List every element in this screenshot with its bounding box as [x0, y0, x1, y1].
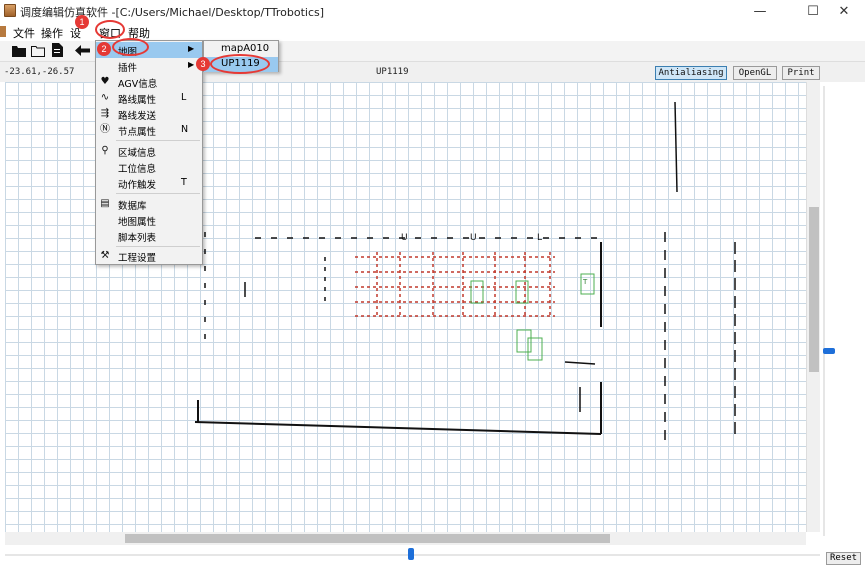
- menu-item-project-settings[interactable]: ⚒ 工程设置: [96, 248, 202, 264]
- route-grid: [355, 252, 555, 317]
- shortcut-key: L: [181, 92, 187, 103]
- zone-box: [527, 337, 543, 361]
- menu-item-label: 数据库: [118, 201, 147, 212]
- menu-item-area-info[interactable]: ⚲ 区域信息: [96, 143, 202, 159]
- menu-item-route-props[interactable]: ∿ 路线属性 L: [96, 90, 202, 106]
- menu-item-script-list[interactable]: 脚本列表: [96, 228, 202, 244]
- arrow-left-icon[interactable]: [75, 45, 91, 56]
- current-map-name: UP1119: [376, 67, 409, 77]
- menu-item-action-trigger[interactable]: 动作触发 T: [96, 175, 202, 191]
- menu-item-agv-info[interactable]: ♥ AGV信息: [96, 74, 202, 90]
- zoom-slider-track[interactable]: [823, 86, 825, 536]
- send-icon: ⇶: [100, 108, 110, 119]
- menu-item-label: 工程设置: [118, 253, 157, 264]
- menu-item-database[interactable]: ▤ 数据库: [96, 196, 202, 212]
- tools-icon: ⚒: [100, 250, 110, 261]
- submenu-arrow-icon: ▶: [188, 44, 195, 53]
- zoom-slider-handle[interactable]: [823, 348, 835, 354]
- new-folder-icon[interactable]: [12, 44, 26, 57]
- route-icon: ∿: [100, 92, 110, 103]
- submenu-item-label: mapA010: [221, 43, 270, 54]
- menu-item-label: 区域信息: [118, 148, 157, 159]
- menu-item-label: 插件: [118, 63, 138, 74]
- zone-label: T: [582, 278, 588, 286]
- document-icon[interactable]: [52, 43, 63, 57]
- vertical-scroll-thumb[interactable]: [809, 207, 819, 372]
- shortcut-key: N: [181, 124, 189, 135]
- step-3-badge: 3: [196, 57, 210, 71]
- reset-button[interactable]: Reset: [826, 552, 861, 565]
- window-menu-dropdown: 地图 ▶ 插件 ▶ ♥ AGV信息 ∿ 路线属性 L ⇶ 路线发送 Ⓝ 节点属性…: [95, 40, 203, 265]
- database-icon: ▤: [100, 198, 110, 209]
- menu-item-label: 脚本列表: [118, 233, 157, 244]
- opengl-toggle[interactable]: OpenGL: [733, 66, 777, 80]
- menu-item-label: 地图属性: [118, 217, 157, 228]
- menu-separator: [116, 140, 200, 141]
- step-1-highlight: [95, 20, 125, 39]
- step-3-highlight: [210, 54, 270, 74]
- shortcut-key: T: [181, 177, 187, 188]
- menu-item-label: AGV信息: [118, 79, 158, 90]
- wall-bottom: [194, 421, 602, 435]
- antialiasing-toggle[interactable]: Antialiasing: [655, 66, 727, 80]
- print-button[interactable]: Print: [782, 66, 820, 80]
- zone-box: [470, 280, 484, 304]
- open-folder-icon[interactable]: [31, 44, 45, 57]
- menu-item-route-send[interactable]: ⇶ 路线发送: [96, 106, 202, 122]
- submenu-arrow-icon: ▶: [188, 60, 195, 69]
- menu-separator: [116, 193, 200, 194]
- cursor-coordinates: -23.61,-26.57: [4, 67, 75, 77]
- wall-pillar-top: [674, 101, 678, 193]
- menu-file[interactable]: 文件: [13, 25, 35, 41]
- menu-separator: [116, 246, 200, 247]
- menu-item-station-info[interactable]: 工位信息: [96, 159, 202, 175]
- step-1-badge: 1: [75, 15, 89, 29]
- close-button[interactable]: ✕: [823, 0, 865, 22]
- vertical-scrollbar[interactable]: [806, 82, 820, 532]
- wall-fragment: [564, 361, 596, 365]
- window-title: 调度编辑仿真软件 -[C:/Users/Michael/Desktop/TTro…: [20, 6, 325, 19]
- heart-monitor-icon: ♥: [100, 76, 110, 87]
- step-2-badge: 2: [97, 42, 111, 56]
- menu-item-plugins[interactable]: 插件 ▶: [96, 58, 202, 74]
- node-icon: Ⓝ: [100, 124, 110, 135]
- horizontal-scrollbar[interactable]: [5, 532, 806, 545]
- app-icon: [4, 4, 16, 17]
- menu-item-map-props[interactable]: 地图属性: [96, 212, 202, 228]
- area-icon: ⚲: [101, 145, 109, 156]
- menu-item-node-props[interactable]: Ⓝ 节点属性 N: [96, 122, 202, 138]
- menu-item-label: 节点属性: [118, 127, 157, 138]
- step-2-highlight: [112, 38, 149, 56]
- menu-item-label: 路线属性: [118, 95, 157, 106]
- column-label: U: [470, 233, 477, 243]
- column-label: L: [537, 233, 542, 243]
- app-menu-icon: [0, 26, 6, 37]
- column-label: U: [401, 233, 408, 243]
- menu-operation[interactable]: 操作: [41, 25, 63, 41]
- minimize-button[interactable]: —: [739, 0, 781, 22]
- zone-box: [515, 280, 529, 304]
- horizontal-scroll-thumb[interactable]: [125, 534, 610, 543]
- zone-box: [516, 329, 532, 353]
- time-slider-handle[interactable]: [408, 548, 414, 560]
- title-bar: 调度编辑仿真软件 -[C:/Users/Michael/Desktop/TTro…: [0, 0, 865, 22]
- menu-item-label: 动作触发: [118, 180, 157, 191]
- menu-item-label: 工位信息: [118, 164, 157, 175]
- menu-item-label: 路线发送: [118, 111, 157, 122]
